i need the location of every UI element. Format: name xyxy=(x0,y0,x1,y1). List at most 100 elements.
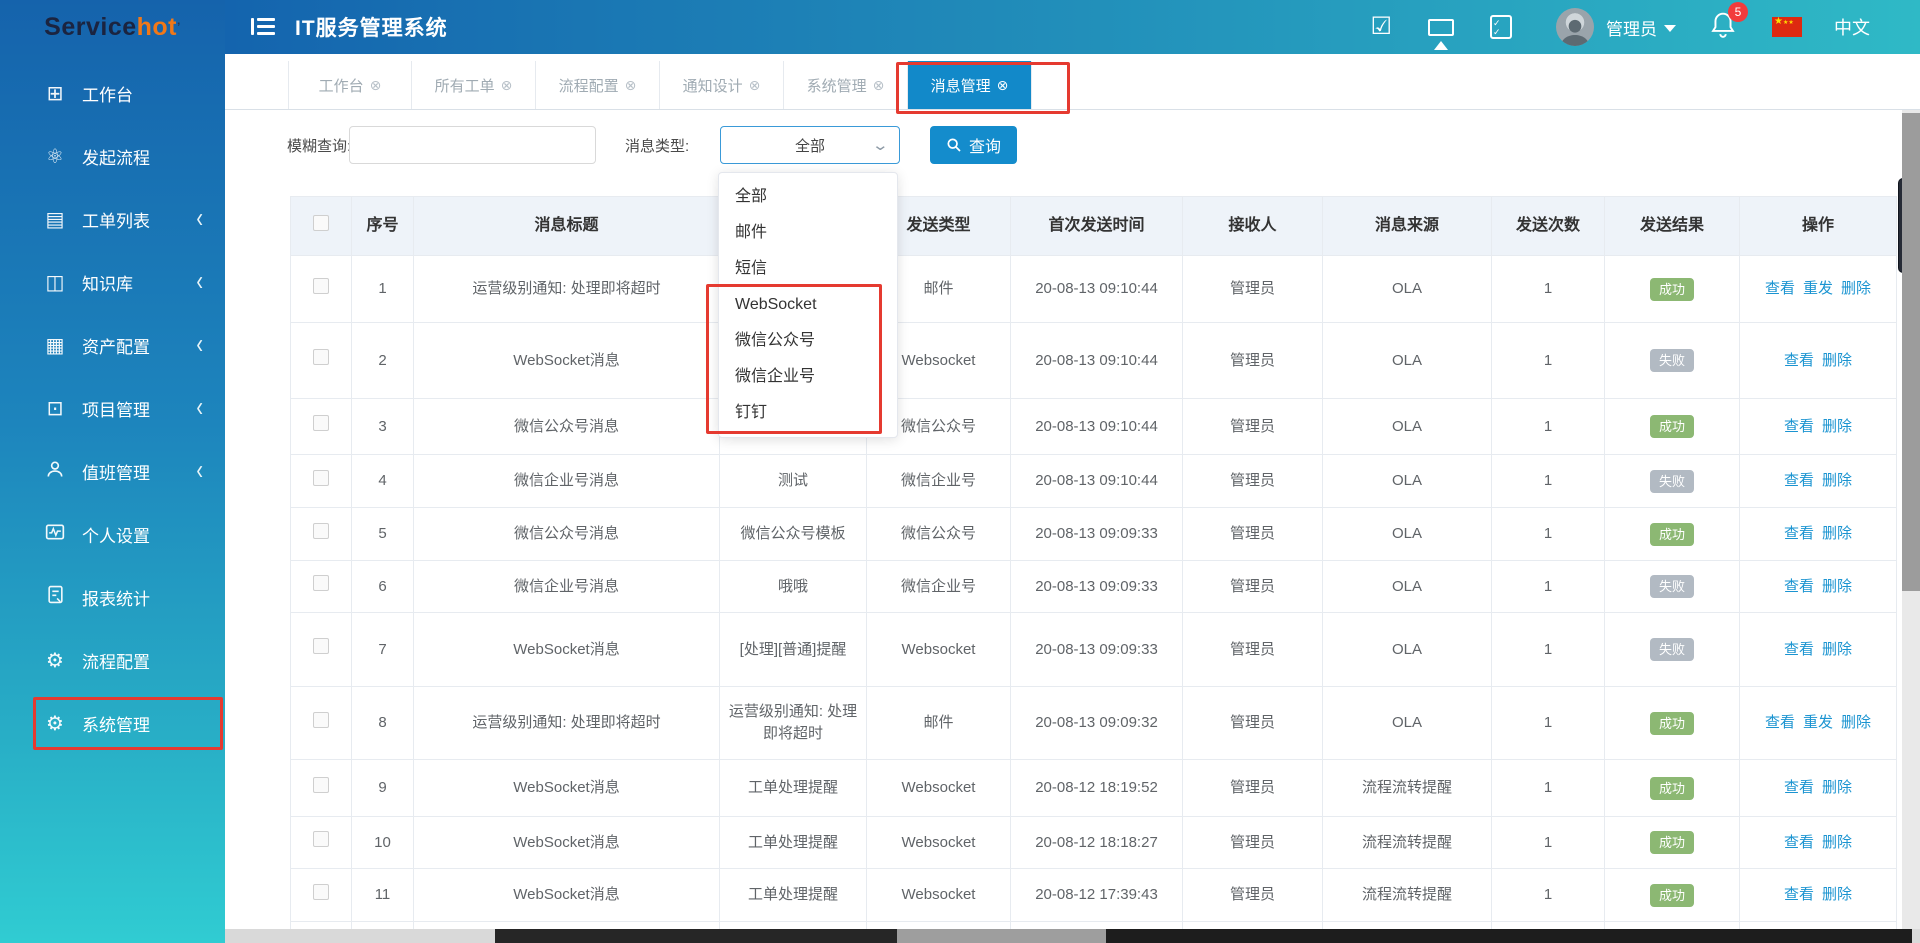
action-link[interactable]: 查看 xyxy=(1784,418,1814,435)
message-type-dropdown: 全部 邮件 短信 WebSocket 微信公众号 微信企业号 钉钉 xyxy=(718,172,898,438)
row-actions: 查看删除 xyxy=(1740,455,1897,508)
action-link[interactable]: 查看 xyxy=(1784,525,1814,542)
tab-workbench[interactable]: 工作台⊗ xyxy=(288,61,412,109)
username[interactable]: 管理员 xyxy=(1606,15,1657,40)
action-link[interactable]: 删除 xyxy=(1822,525,1852,542)
sidebar-item-duty-mgmt[interactable]: 值班管理‹ xyxy=(0,440,225,503)
action-link[interactable]: 查看 xyxy=(1784,472,1814,489)
chevron-down-icon[interactable] xyxy=(1664,25,1676,38)
selected-type-value: 全部 xyxy=(795,135,825,156)
row-actions: 查看删除 xyxy=(1740,399,1897,455)
row-checkbox[interactable] xyxy=(313,638,329,654)
close-icon[interactable]: ⊗ xyxy=(997,77,1009,94)
chevron-left-icon[interactable]: ‹ xyxy=(196,266,203,298)
row-actions: 查看删除 xyxy=(1740,869,1897,922)
action-link[interactable]: 重发 xyxy=(1803,714,1833,731)
row-actions: 查看删除 xyxy=(1740,561,1897,613)
china-flag-icon[interactable]: ★★★ xyxy=(1772,17,1802,37)
row-checkbox[interactable] xyxy=(313,523,329,539)
sidebar-item-project-mgmt[interactable]: ⊡项目管理‹ xyxy=(0,377,225,440)
row-checkbox[interactable] xyxy=(313,575,329,591)
action-link[interactable]: 删除 xyxy=(1841,714,1871,731)
row-checkbox[interactable] xyxy=(313,884,329,900)
avatar[interactable] xyxy=(1556,8,1594,46)
action-link[interactable]: 查看 xyxy=(1784,352,1814,369)
action-link[interactable]: 删除 xyxy=(1822,641,1852,658)
action-link[interactable]: 查看 xyxy=(1784,578,1814,595)
dropdown-option-email[interactable]: 邮件 xyxy=(719,215,897,251)
horizontal-scrollbar[interactable] xyxy=(225,929,1920,943)
tab-flow-config[interactable]: 流程配置⊗ xyxy=(536,61,660,109)
action-link[interactable]: 查看 xyxy=(1765,280,1795,297)
action-link[interactable]: 删除 xyxy=(1822,834,1852,851)
dropdown-option-wechat-official[interactable]: 微信公众号 xyxy=(719,323,897,359)
action-link[interactable]: 删除 xyxy=(1822,578,1852,595)
action-link[interactable]: 查看 xyxy=(1784,834,1814,851)
sidebar-item-label: 项目管理 xyxy=(82,396,150,421)
row-checkbox[interactable] xyxy=(313,278,329,294)
sidebar-item-system-mgmt[interactable]: ⚙系统管理 xyxy=(0,692,225,755)
notification-bell[interactable]: 5 xyxy=(1710,11,1736,44)
tab-all-tickets[interactable]: 所有工单⊗ xyxy=(412,61,536,109)
col-first-time: 首次发送时间 xyxy=(1011,197,1183,256)
sidebar-item-report-stats[interactable]: 报表统计 xyxy=(0,566,225,629)
fuzzy-search-input[interactable] xyxy=(349,126,596,164)
vertical-scrollbar-thumb[interactable] xyxy=(1902,113,1920,591)
action-link[interactable]: 删除 xyxy=(1822,418,1852,435)
chevron-left-icon[interactable]: ‹ xyxy=(196,329,203,361)
action-link[interactable]: 删除 xyxy=(1822,886,1852,903)
action-link[interactable]: 查看 xyxy=(1784,886,1814,903)
action-link[interactable]: 查看 xyxy=(1784,779,1814,796)
horizontal-scrollbar-thumb[interactable] xyxy=(495,929,897,943)
message-type-select[interactable]: 全部 ⌄ xyxy=(720,126,900,164)
approval-check-icon[interactable]: ☑ xyxy=(1370,15,1392,39)
close-icon[interactable]: ⊗ xyxy=(873,77,885,94)
chevron-left-icon[interactable]: ‹ xyxy=(196,392,203,424)
dropdown-option-websocket[interactable]: WebSocket xyxy=(719,287,897,323)
action-link[interactable]: 删除 xyxy=(1841,280,1871,297)
row-checkbox[interactable] xyxy=(313,349,329,365)
row-checkbox[interactable] xyxy=(313,712,329,728)
sidebar-item-asset-config[interactable]: ▦资产配置‹ xyxy=(0,314,225,377)
close-icon[interactable]: ⊗ xyxy=(749,77,761,94)
sidebar-fold-icon[interactable] xyxy=(251,18,275,36)
sidebar-item-knowledge-base[interactable]: ◫知识库‹ xyxy=(0,251,225,314)
search-button[interactable]: 查询 xyxy=(930,126,1017,164)
action-link[interactable]: 删除 xyxy=(1822,472,1852,489)
tab-message-mgmt[interactable]: 消息管理⊗ xyxy=(908,61,1032,109)
monitor-icon[interactable] xyxy=(1428,19,1454,36)
dropdown-option-all[interactable]: 全部 xyxy=(719,179,897,215)
horizontal-scrollbar-thumb[interactable] xyxy=(1106,929,1912,943)
dropdown-option-dingtalk[interactable]: 钉钉 xyxy=(719,395,897,431)
vertical-scrollbar[interactable] xyxy=(1902,110,1920,943)
tab-notify-design[interactable]: 通知设计⊗ xyxy=(660,61,784,109)
action-link[interactable]: 删除 xyxy=(1822,779,1852,796)
status-badge: 成功 xyxy=(1650,415,1694,438)
row-checkbox[interactable] xyxy=(313,831,329,847)
close-icon[interactable]: ⊗ xyxy=(501,77,513,94)
row-checkbox[interactable] xyxy=(313,415,329,431)
action-link[interactable]: 查看 xyxy=(1765,714,1795,731)
chevron-left-icon[interactable]: ‹ xyxy=(196,455,203,487)
select-all-checkbox[interactable] xyxy=(313,215,329,231)
sidebar-item-start-flow[interactable]: ⚛发起流程 xyxy=(0,125,225,188)
action-link[interactable]: 重发 xyxy=(1803,280,1833,297)
language-switch[interactable]: 中文 xyxy=(1834,14,1870,40)
close-icon[interactable]: ⊗ xyxy=(625,77,637,94)
row-checkbox[interactable] xyxy=(313,777,329,793)
sidebar-item-flow-config[interactable]: ⚙流程配置 xyxy=(0,629,225,692)
checklist-icon[interactable]: ✓✓ xyxy=(1490,15,1512,39)
sidebar-item-workbench[interactable]: ⊞工作台 xyxy=(0,62,225,125)
action-link[interactable]: 删除 xyxy=(1822,352,1852,369)
dropdown-option-wechat-enterprise[interactable]: 微信企业号 xyxy=(719,359,897,395)
tab-system-mgmt[interactable]: 系统管理⊗ xyxy=(784,61,908,109)
close-icon[interactable]: ⊗ xyxy=(370,77,382,94)
sidebar-item-ticket-list[interactable]: ▤工单列表‹ xyxy=(0,188,225,251)
sidebar-item-personal-settings[interactable]: 个人设置 xyxy=(0,503,225,566)
row-checkbox[interactable] xyxy=(313,470,329,486)
status-badge: 成功 xyxy=(1650,278,1694,301)
dropdown-option-sms[interactable]: 短信 xyxy=(719,251,897,287)
user-icon xyxy=(42,459,68,485)
chevron-left-icon[interactable]: ‹ xyxy=(196,203,203,235)
action-link[interactable]: 查看 xyxy=(1784,641,1814,658)
